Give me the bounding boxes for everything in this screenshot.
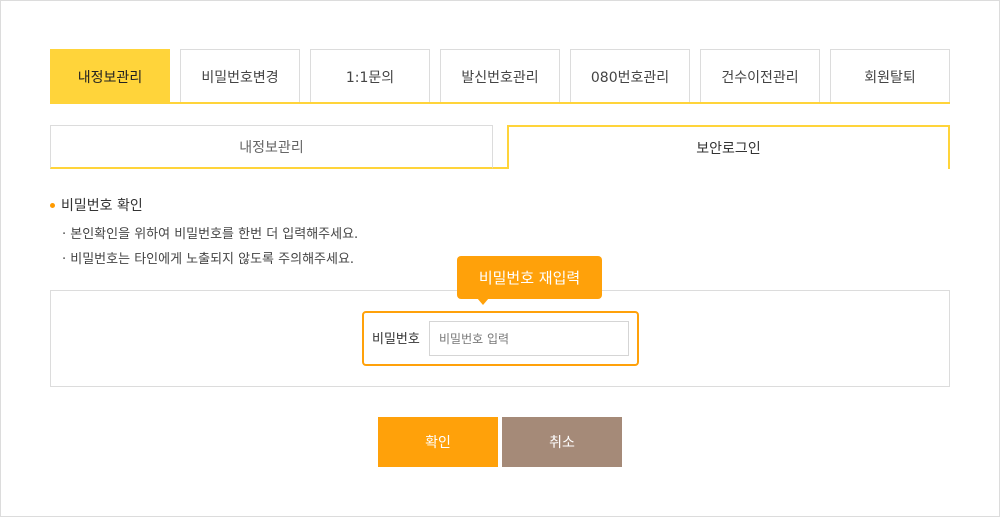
section-title-text: 비밀번호 확인 (61, 198, 143, 214)
section-title: 비밀번호 확인 (50, 195, 143, 215)
tab-change-password[interactable]: 비밀번호변경 (180, 49, 300, 104)
cancel-button[interactable]: 취소 (502, 417, 622, 467)
tab-my-info[interactable]: 내정보관리 (50, 49, 170, 104)
bullet-icon (50, 202, 55, 208)
subtab-divider (493, 167, 507, 169)
tab-withdraw[interactable]: 회원탈퇴 (830, 49, 950, 104)
info-line: · 비밀번호는 타인에게 노출되지 않도록 주의해주세요. (62, 252, 355, 267)
info-line: · 본인확인을 위하여 비밀번호를 한번 더 입력해주세요. (62, 227, 359, 242)
tabs-underline (50, 102, 950, 104)
tab-inquiry[interactable]: 1:1문의 (310, 49, 430, 104)
password-tooltip: 비밀번호 재입력 (457, 256, 602, 299)
tab-080-number[interactable]: 080번호관리 (570, 49, 690, 104)
confirm-button[interactable]: 확인 (378, 417, 498, 467)
tooltip-arrow (477, 298, 489, 305)
tab-count-transfer[interactable]: 건수이전관리 (700, 49, 820, 104)
password-label: 비밀번호 (372, 332, 420, 347)
tab-sender-number[interactable]: 발신번호관리 (440, 49, 560, 104)
main-tabs: 내정보관리 비밀번호변경 1:1문의 발신번호관리 080번호관리 건수이전관리… (50, 49, 950, 105)
password-input[interactable] (429, 321, 629, 356)
subtab-secure-login[interactable]: 보안로그인 (507, 125, 950, 169)
subtab-my-info[interactable]: 내정보관리 (50, 125, 493, 169)
